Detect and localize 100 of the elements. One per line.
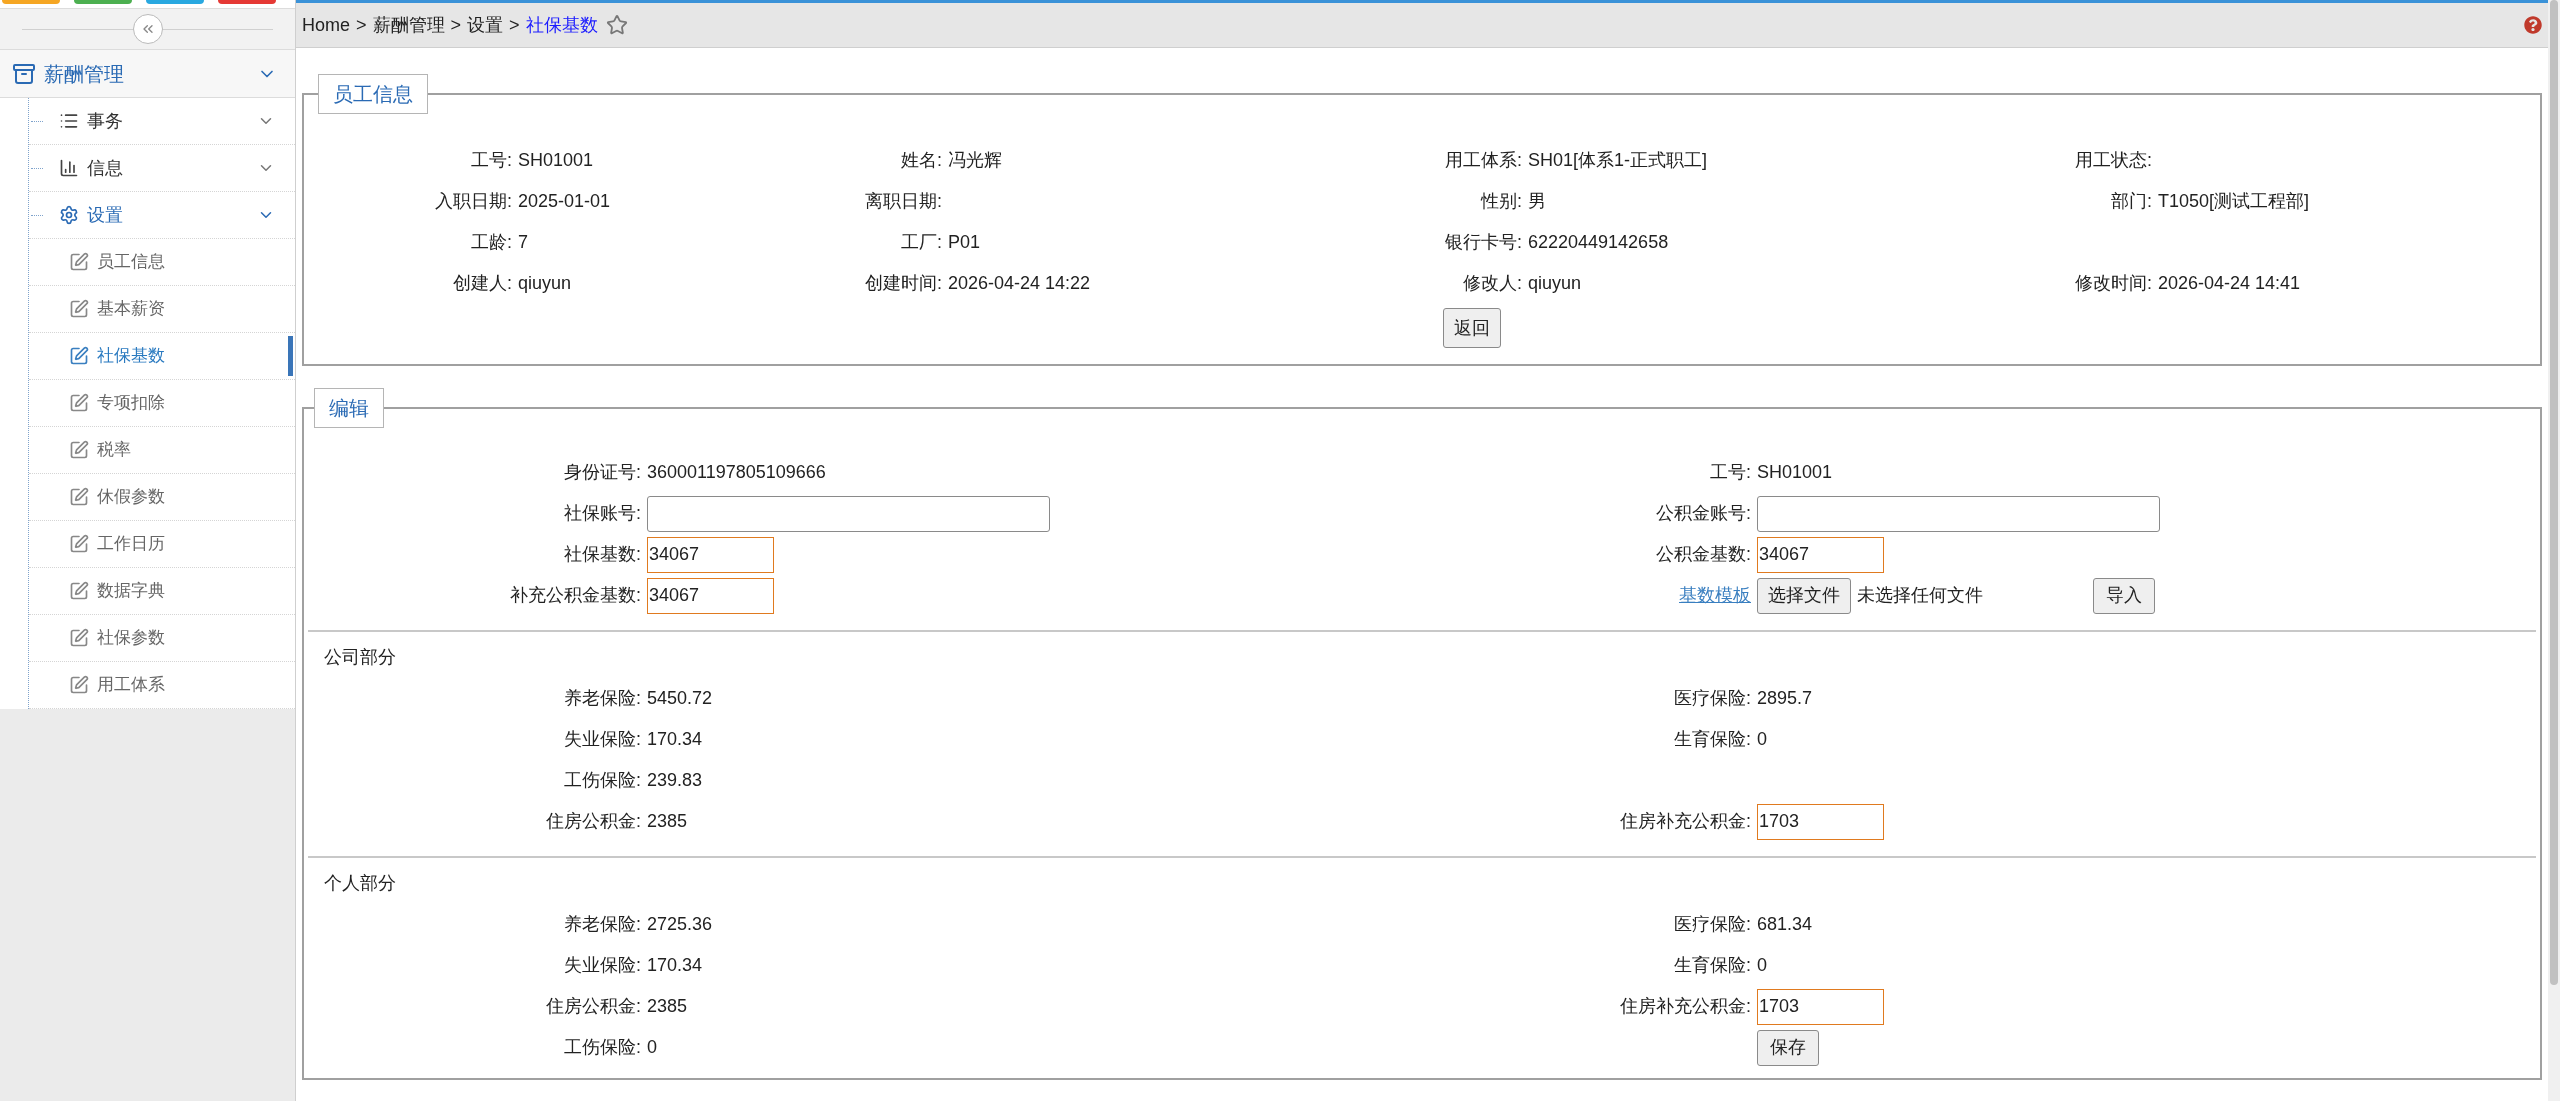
menu-item[interactable]: 员工信息 xyxy=(29,239,295,286)
field-value: 239.83 xyxy=(647,770,703,790)
field-label: 部门: xyxy=(2110,190,2152,213)
field-value: 360001197805109666 xyxy=(647,462,826,482)
save-button[interactable]: 保存 xyxy=(1757,1029,1819,1066)
choose-file-button[interactable]: 选择文件 xyxy=(1757,577,1851,614)
menu-item[interactable]: 休假参数 xyxy=(29,474,295,521)
field-label: 用工状态: xyxy=(2074,149,2152,172)
field-label: 姓名: xyxy=(900,149,942,172)
field-label: 工伤保险: xyxy=(563,1036,641,1059)
menu-group-label: 薪酬管理 xyxy=(44,61,124,87)
field-label: 工伤保险: xyxy=(563,769,641,792)
field-label: 入职日期: xyxy=(434,190,512,213)
edit-icon xyxy=(69,581,89,601)
field-label: 创建时间: xyxy=(864,272,942,295)
color-tab[interactable] xyxy=(2,0,60,4)
field-value: 2026-04-24 14:41 xyxy=(2158,273,2301,293)
color-tab[interactable] xyxy=(218,0,276,4)
edit-icon xyxy=(69,299,89,319)
file-status: 未选择任何文件 xyxy=(1857,584,1983,607)
input-field[interactable]: 34067 xyxy=(647,536,774,573)
input-field[interactable]: 34067 xyxy=(1757,536,1884,573)
input-field[interactable] xyxy=(647,495,1050,532)
field-label: 银行卡号: xyxy=(1444,231,1522,254)
section-legend: 编辑 xyxy=(314,388,384,428)
selection-bar xyxy=(288,336,293,376)
color-tab[interactable] xyxy=(146,0,204,4)
menu-item[interactable]: 用工体系 xyxy=(29,662,295,709)
menu-item[interactable]: 信息 xyxy=(29,145,295,192)
breadcrumb-link[interactable]: 社保基数 xyxy=(525,11,598,39)
breadcrumb-link[interactable]: 薪酬管理 xyxy=(372,11,445,39)
field-value: 2385 xyxy=(647,811,688,831)
edit-icon xyxy=(69,252,89,272)
input-field[interactable] xyxy=(1757,495,2160,532)
field-label: 工号: xyxy=(470,149,512,172)
field-label: 创建人: xyxy=(452,272,512,295)
field-value: 62220449142658 xyxy=(1528,232,1669,252)
field-label: 用工体系: xyxy=(1444,149,1522,172)
field-value: 681.34 xyxy=(1757,914,1813,934)
input-field[interactable]: 1703 xyxy=(1757,803,1884,840)
menu-item[interactable]: 事务 xyxy=(29,98,295,145)
field-value: 男 xyxy=(1528,191,1546,211)
field-value: qiuyun xyxy=(1528,273,1582,293)
field-label: 工厂: xyxy=(900,231,942,254)
help-icon[interactable] xyxy=(2524,16,2542,34)
field-label: 住房公积金: xyxy=(545,810,641,833)
field-label: 工号: xyxy=(1709,461,1751,484)
input-field[interactable]: 1703 xyxy=(1757,988,1884,1025)
edit-icon xyxy=(69,487,89,507)
breadcrumb-separator: > xyxy=(356,13,367,37)
section-legend: 员工信息 xyxy=(318,74,428,114)
star-icon[interactable] xyxy=(605,14,628,36)
field-value: 2025-01-01 xyxy=(518,191,611,211)
field-value: 2725.36 xyxy=(647,914,713,934)
menu-item[interactable]: 工作日历 xyxy=(29,521,295,568)
menu-item[interactable]: 数据字典 xyxy=(29,568,295,615)
input-field[interactable]: 34067 xyxy=(647,577,774,614)
field-value: P01 xyxy=(948,232,981,252)
menu-item[interactable]: 社保参数 xyxy=(29,615,295,662)
menu-item[interactable]: 设置 xyxy=(29,192,295,239)
field-value: SH01[体系1-正式职工] xyxy=(1528,150,1708,170)
field-value: T1050[测试工程部] xyxy=(2158,191,2310,211)
edit-icon xyxy=(69,534,89,554)
field-label: 养老保险: xyxy=(563,687,641,710)
field-label: 公积金基数: xyxy=(1655,543,1751,566)
settings-icon xyxy=(59,205,79,225)
import-button[interactable]: 导入 xyxy=(2093,577,2155,614)
field-label: 社保基数: xyxy=(563,543,641,566)
edit-icon xyxy=(69,393,89,413)
field-label: 修改时间: xyxy=(2074,272,2152,295)
collapse-button[interactable] xyxy=(132,14,163,44)
menu-item[interactable]: 基本薪资 xyxy=(29,286,295,333)
scrollbar[interactable] xyxy=(2548,0,2560,1101)
template-link[interactable]: 基数模板 xyxy=(1679,585,1751,605)
color-tab[interactable] xyxy=(74,0,132,4)
edit-icon xyxy=(69,628,89,648)
field-value: 5450.72 xyxy=(647,688,713,708)
edit-icon xyxy=(69,440,89,460)
menu-item[interactable]: 社保基数 xyxy=(29,333,295,380)
field-label: 工龄: xyxy=(470,231,512,254)
bar-chart-icon xyxy=(59,158,79,178)
breadcrumb-link[interactable]: 设置 xyxy=(467,11,504,39)
field-label: 修改人: xyxy=(1462,272,1522,295)
field-value: 2026-04-24 14:22 xyxy=(948,273,1091,293)
menu-group[interactable]: 薪酬管理 xyxy=(0,50,295,98)
field-value: SH01001 xyxy=(518,150,594,170)
field-label: 性别: xyxy=(1479,190,1522,213)
section-title: 个人部分 xyxy=(323,872,396,895)
field-label: 住房补充公积金: xyxy=(1619,995,1751,1018)
menu-item[interactable]: 专项扣除 xyxy=(29,380,295,427)
field-label: 离职日期: xyxy=(864,190,942,213)
field-label: 住房公积金: xyxy=(545,995,641,1018)
back-button[interactable]: 返回 xyxy=(1443,308,1501,348)
breadcrumb-separator: > xyxy=(450,13,462,37)
breadcrumb-link[interactable]: Home xyxy=(302,11,350,39)
field-value: 170.34 xyxy=(647,729,703,749)
field-label: 医疗保险: xyxy=(1673,687,1751,710)
field-value: 170.34 xyxy=(647,955,703,975)
menu-item[interactable]: 税率 xyxy=(29,427,295,474)
field-value: 0 xyxy=(647,1037,657,1057)
